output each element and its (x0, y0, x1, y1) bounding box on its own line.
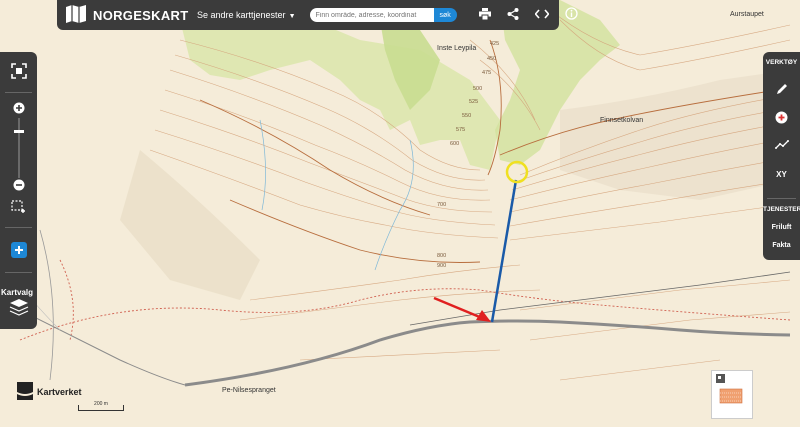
place-label-finnsetkolvan: Finnsetkolvan (600, 117, 644, 124)
share-icon (507, 7, 519, 23)
zoom-in-button[interactable] (0, 102, 37, 118)
draw-button[interactable] (763, 82, 800, 98)
place-label-aurstaupet: Aurstaupet (730, 11, 764, 18)
zoom-out-button[interactable] (0, 179, 37, 195)
code-icon (534, 8, 550, 23)
contour-label: 525 (469, 99, 479, 105)
fullscreen-icon (10, 62, 27, 84)
contour-label: 800 (437, 253, 447, 259)
services-header: TJENESTER (763, 206, 800, 213)
friluft-button[interactable]: Friluft (763, 220, 800, 234)
place-label-inste-leypila: Inste Leypila (437, 45, 477, 52)
kartverket-logo[interactable]: Kartverket (17, 382, 82, 402)
contour-label: 425 (490, 41, 500, 47)
topographic-map[interactable] (0, 0, 800, 427)
layers-icon (8, 298, 30, 323)
map-logo-icon (65, 4, 87, 27)
print-icon (478, 7, 491, 23)
contour-label: 475 (482, 70, 492, 76)
divider (5, 272, 32, 273)
marker-plus-icon (775, 111, 788, 126)
search-box: søk (309, 8, 457, 22)
search-button[interactable]: søk (433, 8, 457, 22)
contour-label: 500 (473, 86, 483, 92)
services-label: Se andre karttjenester (197, 10, 286, 20)
add-marker-button[interactable] (763, 110, 800, 126)
embed-button[interactable] (534, 8, 550, 23)
top-bar: NORGESKART Se andre karttjenester▼ søk (57, 0, 578, 30)
print-button[interactable] (478, 7, 491, 23)
logo-text: NORGESKART (93, 7, 189, 23)
add-icon (10, 241, 27, 263)
contour-label: 575 (456, 127, 466, 133)
add-layer-button[interactable] (0, 241, 37, 263)
minus-icon (13, 178, 25, 196)
contour-label: 550 (462, 113, 472, 119)
contour-label: 450 (487, 56, 497, 62)
pencil-icon (776, 83, 788, 97)
left-toolbar: Kartvalg (0, 52, 37, 329)
divider (5, 92, 32, 93)
fakta-button[interactable]: Fakta (763, 238, 800, 252)
zoom-box-button[interactable] (0, 199, 37, 219)
coordinate-button[interactable]: XY (763, 166, 800, 182)
divider (5, 227, 32, 228)
measure-icon (774, 140, 789, 152)
kartverket-label: Kartverket (37, 387, 82, 397)
services-dropdown[interactable]: Se andre karttjenester ▼ (197, 10, 296, 20)
scale-label: 200 m (94, 401, 108, 407)
right-toolbar: VERKTØY XY TJENESTER Friluft Fakta (763, 52, 800, 260)
zoom-box-icon (10, 199, 27, 219)
zoom-slider[interactable] (0, 118, 37, 178)
info-button[interactable] (565, 7, 578, 23)
kartverket-icon (17, 382, 33, 402)
kartvalg-label: Kartvalg (1, 288, 34, 297)
divider (767, 198, 796, 199)
fullscreen-button[interactable] (0, 62, 37, 84)
info-icon (565, 7, 578, 23)
logo[interactable]: NORGESKART (65, 4, 189, 27)
chevron-down-icon: ▼ (288, 13, 296, 20)
basemap-switcher[interactable] (711, 370, 753, 419)
scale-bar: 200 m (78, 401, 124, 411)
kartvalg-button[interactable] (0, 298, 37, 322)
measure-button[interactable] (763, 138, 800, 154)
place-label-pe-nilsespranget: Pe-Nilsespranget (222, 387, 276, 394)
contour-label: 900 (437, 263, 447, 269)
tools-header: VERKTØY (765, 59, 798, 66)
search-input[interactable] (309, 8, 434, 22)
plus-icon (13, 101, 25, 119)
share-button[interactable] (507, 7, 519, 23)
contour-label: 700 (437, 202, 447, 208)
contour-label: 600 (450, 141, 460, 147)
